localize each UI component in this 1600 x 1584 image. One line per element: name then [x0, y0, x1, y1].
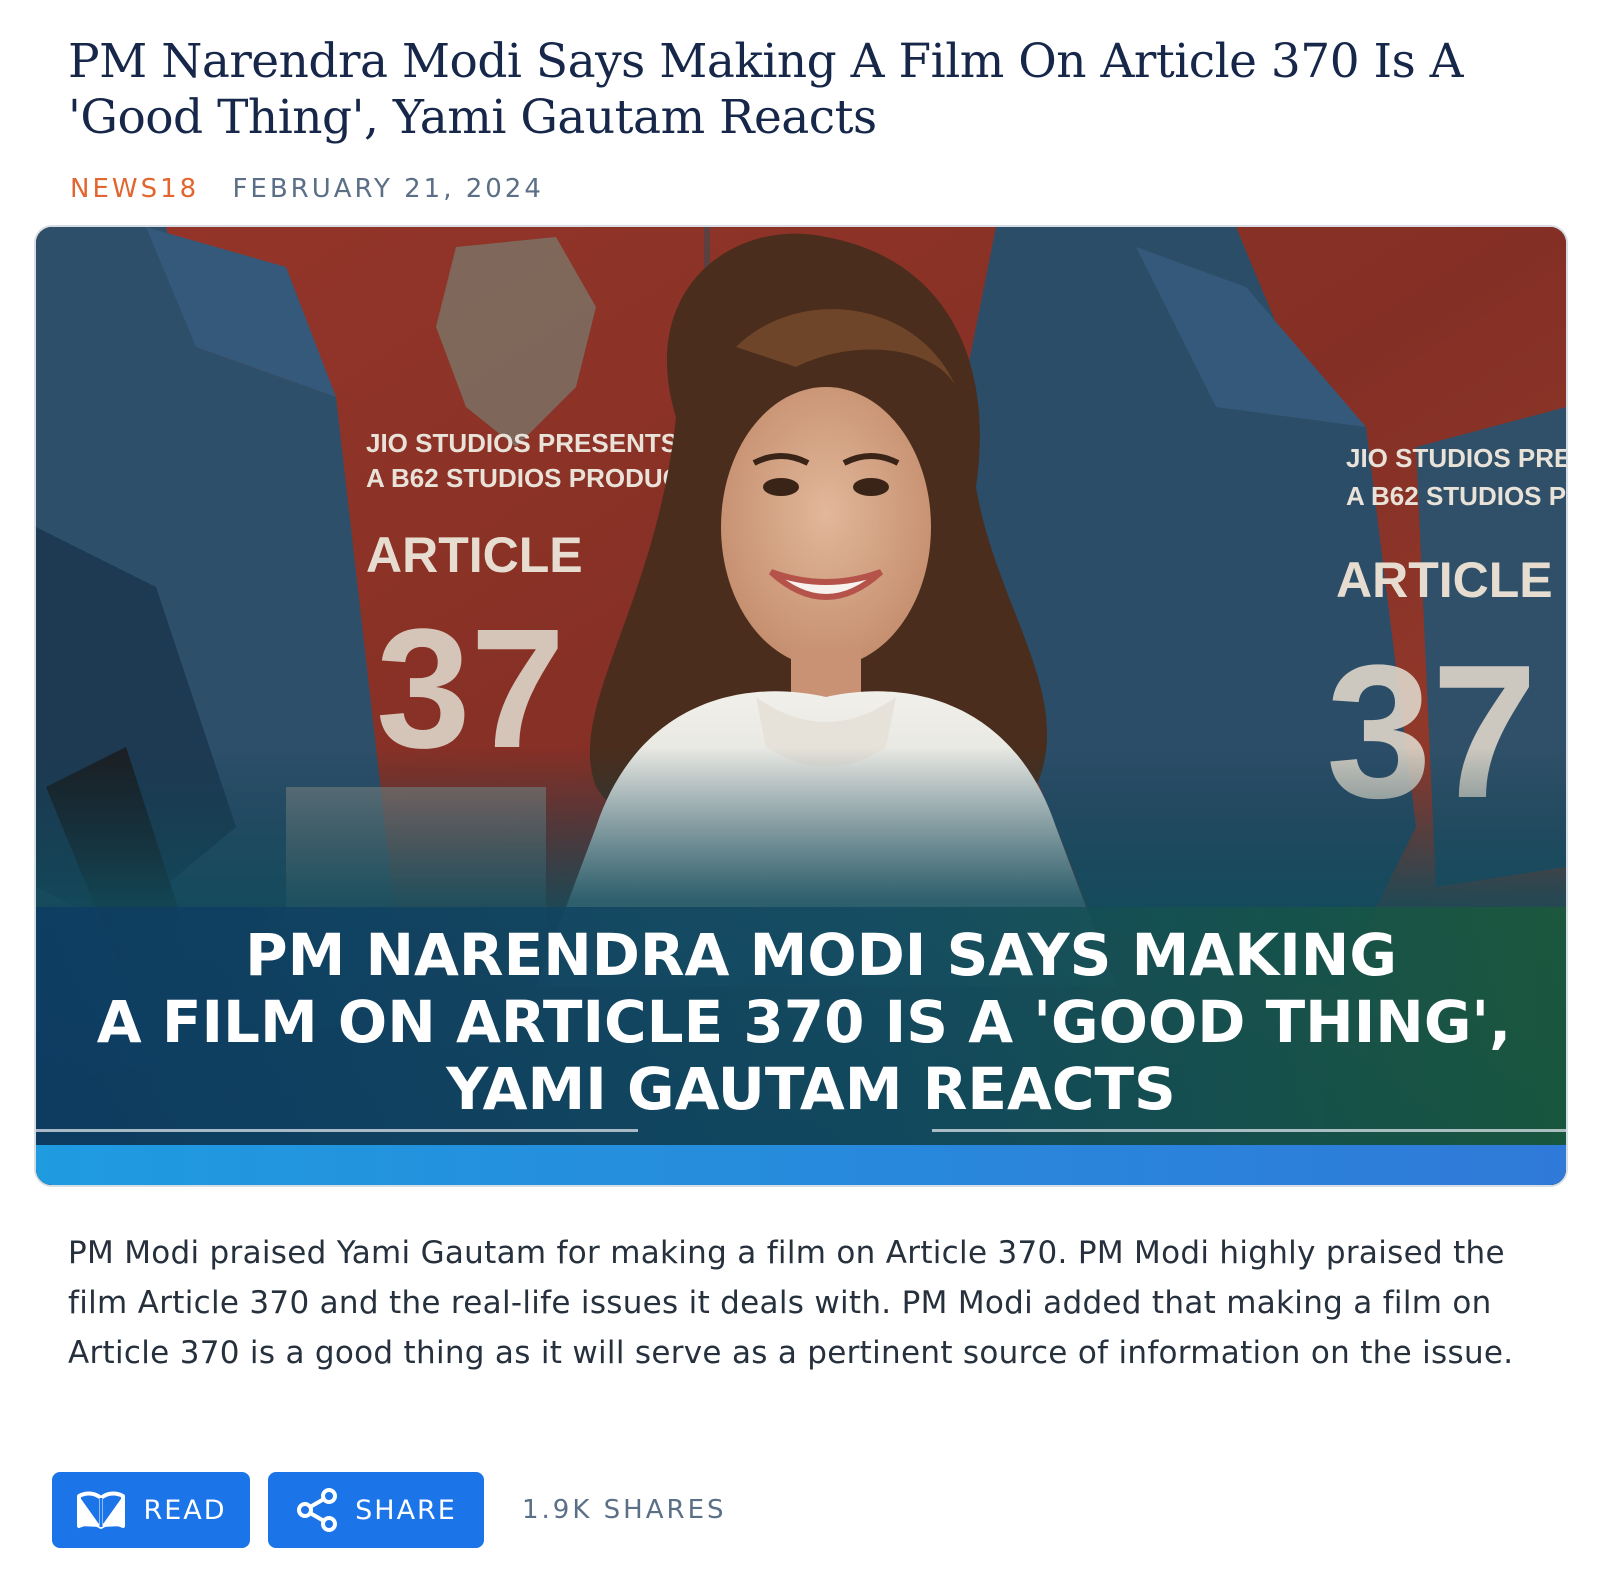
open-book-icon [75, 1490, 127, 1530]
article-source[interactable]: NEWS18 [70, 174, 199, 204]
poster-studio-text-right: JIO STUDIOS PRESENTS [1346, 443, 1566, 473]
read-button-label: READ [143, 1494, 227, 1526]
article-title[interactable]: PM Narendra Modi Says Making A Film On A… [68, 34, 1538, 146]
poster-title-right: ARTICLE [1336, 552, 1553, 608]
overlay-headline-line-2: A FILM ON ARTICLE 370 IS A 'GOOD THING', [97, 988, 1511, 1056]
share-button[interactable]: SHARE [268, 1472, 484, 1548]
poster-studio-text-left: JIO STUDIOS PRESENTS [366, 428, 678, 458]
share-button-label: SHARE [355, 1494, 457, 1526]
overlay-headline-line-1: PM NARENDRA MODI SAYS MAKING [245, 921, 1397, 989]
shares-count: 1.9K SHARES [522, 1495, 727, 1525]
read-button[interactable]: READ [52, 1472, 250, 1548]
article-meta: NEWS18 FEBRUARY 21, 2024 [70, 172, 544, 206]
article-summary: PM Modi praised Yami Gautam for making a… [68, 1235, 1514, 1371]
overlay-headline-line-3: YAMI GAUTAM REACTS [445, 1055, 1176, 1123]
action-bar: READ SHARE 1.9K SHARES [52, 1472, 727, 1548]
share-icon [295, 1488, 339, 1532]
article-image[interactable]: JIO STUDIOS PRESENTS A B62 STUDIOS PRODU… [34, 225, 1568, 1187]
poster-title-left: ARTICLE [366, 527, 583, 583]
poster-studio-text-right-2: A B62 STUDIOS PRODUCTION [1346, 481, 1566, 511]
article-date: FEBRUARY 21, 2024 [232, 174, 544, 204]
